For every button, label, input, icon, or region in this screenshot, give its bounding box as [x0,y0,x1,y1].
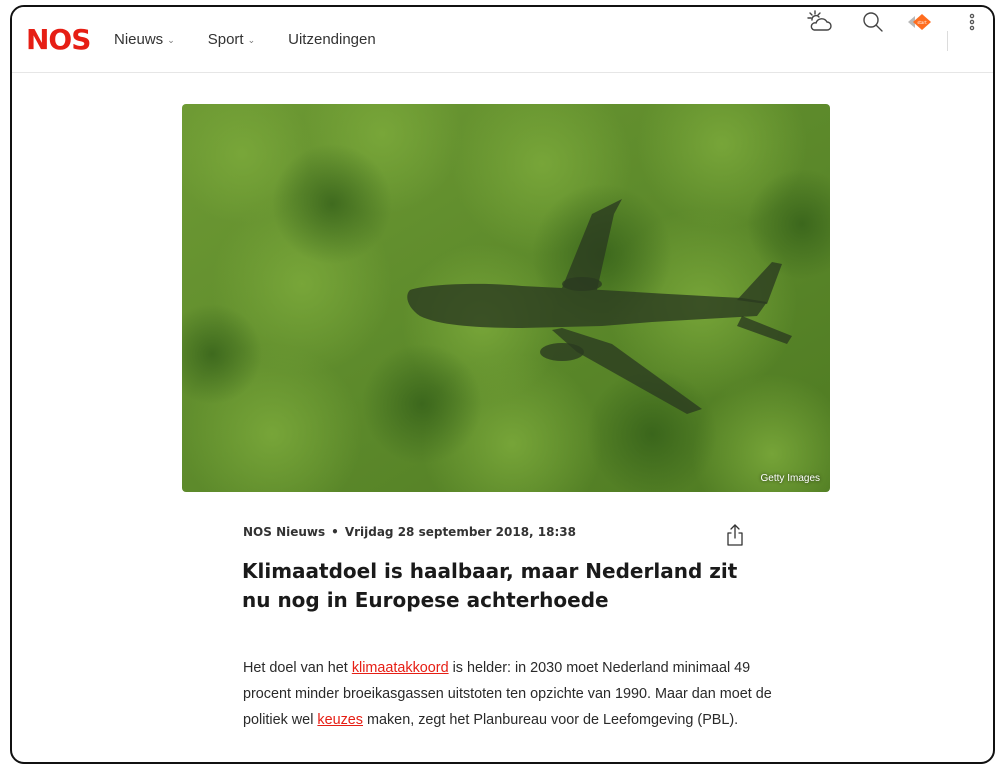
nav-item-uitzendingen[interactable]: Uitzendingen [288,31,376,48]
toolbar-divider [947,31,948,51]
image-credit: Getty Images [760,473,820,484]
svg-text:start: start [917,20,927,25]
article-date: Vrijdag 28 september 2018, 18:38 [344,525,576,539]
main-nav: Nieuws ⌄ Sport ⌄ Uitzendingen [114,31,409,48]
article-title: Klimaatdoel is haalbaar, maar Nederland … [242,559,738,612]
nav-item-label: Uitzendingen [288,31,376,48]
npo-start-icon[interactable]: start [904,7,934,37]
link-klimaatakkoord[interactable]: klimaatakkoord [352,660,449,676]
forest-with-plane-shadow-image [182,104,830,492]
article-body: Het doel van het klimaatakkoord is helde… [243,655,783,733]
chevron-down-icon: ⌄ [167,35,175,45]
nos-logo[interactable]: NOS [26,23,91,56]
hero-image: Getty Images [182,104,830,492]
site-header: NOS Nieuws ⌄ Sport ⌄ Uitzendingen start [12,7,993,73]
meta-separator: • [331,525,339,539]
link-keuzes[interactable]: keuzes [317,712,363,728]
nav-item-label: Nieuws [114,31,164,48]
nav-item-nieuws[interactable]: Nieuws ⌄ [114,31,175,48]
nav-item-sport[interactable]: Sport ⌄ [208,31,255,48]
article-source[interactable]: NOS Nieuws [243,525,325,539]
body-text: maken, zegt het Planbureau voor de Leefo… [363,712,739,728]
search-icon[interactable] [858,7,888,37]
body-text: Het doel van het [243,660,352,676]
weather-icon[interactable] [805,7,835,37]
share-icon[interactable] [724,522,746,548]
article-meta: NOS Nieuws • Vrijdag 28 september 2018, 18… [243,525,576,539]
more-menu-icon[interactable] [957,7,987,37]
nav-item-label: Sport [207,31,244,48]
browser-frame: NOS Nieuws ⌄ Sport ⌄ Uitzendingen start … [10,5,995,764]
chevron-down-icon: ⌄ [247,35,256,45]
